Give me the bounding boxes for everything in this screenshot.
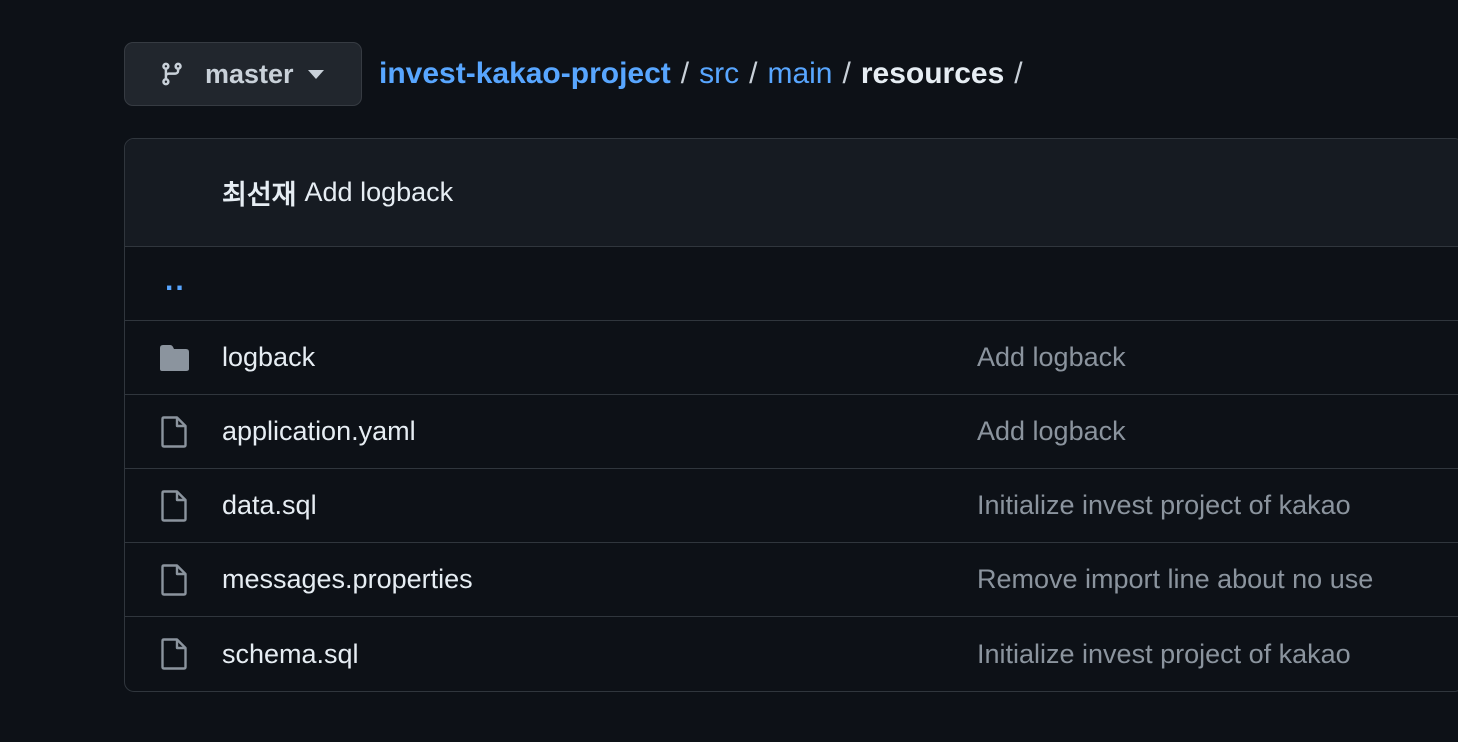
latest-commit-bar: 최선재 Add logback (125, 139, 1458, 247)
breadcrumb-repo-link[interactable]: invest-kakao-project (379, 57, 671, 91)
breadcrumb-separator: / (749, 57, 758, 90)
file-icon (157, 415, 191, 449)
file-row[interactable]: schema.sql Initialize invest project of … (125, 617, 1458, 691)
file-icon (157, 489, 191, 523)
commit-author[interactable]: 최선재 (222, 173, 297, 212)
file-name-link[interactable]: messages.properties (222, 564, 473, 595)
breadcrumb-separator: / (842, 57, 851, 90)
breadcrumb-main-link[interactable]: main (767, 57, 832, 91)
file-name-link[interactable]: schema.sql (222, 639, 359, 670)
folder-icon (157, 341, 191, 375)
file-commit-message[interactable]: Add logback (977, 342, 1126, 373)
file-icon (157, 637, 191, 671)
breadcrumb-src-link[interactable]: src (699, 57, 739, 91)
file-name-link[interactable]: data.sql (222, 490, 317, 521)
breadcrumb-separator: / (680, 57, 690, 90)
branch-label: master (205, 58, 294, 89)
file-commit-message[interactable]: Add logback (977, 416, 1126, 447)
parent-directory-link[interactable]: .. (165, 264, 186, 298)
file-row[interactable]: data.sql Initialize invest project of ka… (125, 469, 1458, 543)
file-name-link[interactable]: application.yaml (222, 416, 416, 447)
file-row[interactable]: logback Add logback (125, 321, 1458, 395)
file-name-link[interactable]: logback (222, 342, 315, 373)
file-list: 최선재 Add logback .. logback Add logback a… (124, 138, 1458, 692)
git-branch-icon (159, 60, 187, 88)
file-icon (157, 563, 191, 597)
commit-message-link[interactable]: Add logback (305, 177, 454, 208)
caret-down-icon (307, 68, 326, 80)
file-commit-message[interactable]: Remove import line about no use (977, 564, 1373, 595)
breadcrumb: invest-kakao-project / src / main / reso… (379, 57, 1033, 91)
breadcrumb-current: resources (860, 57, 1005, 90)
parent-directory-row[interactable]: .. (125, 247, 1458, 321)
file-commit-message[interactable]: Initialize invest project of kakao (977, 490, 1351, 521)
file-commit-message[interactable]: Initialize invest project of kakao (977, 639, 1351, 670)
repo-topbar: master invest-kakao-project / src / main… (124, 42, 1033, 106)
breadcrumb-separator: / (1014, 57, 1023, 90)
branch-select-button[interactable]: master (124, 42, 362, 106)
file-row[interactable]: messages.properties Remove import line a… (125, 543, 1458, 617)
file-row[interactable]: application.yaml Add logback (125, 395, 1458, 469)
